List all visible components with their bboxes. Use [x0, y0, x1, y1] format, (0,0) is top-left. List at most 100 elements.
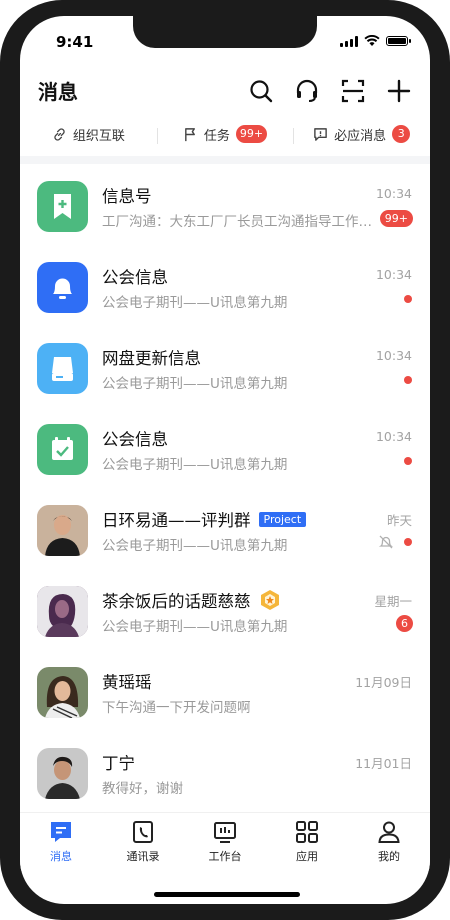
- bookmark-plus-icon: [54, 194, 71, 219]
- tab-messages[interactable]: 消息: [20, 813, 102, 871]
- conversation-preview: 教得好，谢谢: [102, 781, 183, 797]
- alert-message-icon: [314, 127, 327, 141]
- unread-dot: [404, 538, 412, 546]
- name-text: 公会信息: [102, 268, 168, 287]
- contacts-icon: [133, 821, 153, 843]
- name-text: 茶余饭后的话题慈慈: [102, 592, 251, 611]
- unread-badge: 99+: [379, 210, 413, 227]
- conversation-list: 信息号 工厂沟通：大东工厂厂长员工沟通指导工作… 10:34 99+ 公会信息 …: [20, 166, 430, 814]
- link-icon: [54, 127, 65, 141]
- search-icon[interactable]: [248, 78, 274, 104]
- conversation-name: 网盘更新信息: [102, 345, 201, 369]
- quick-label: 组织互联: [72, 128, 125, 144]
- conversation-preview: 工厂沟通：大东工厂厂长员工沟通指导工作…: [102, 214, 372, 230]
- person-photo: [37, 586, 88, 637]
- conversation-row[interactable]: 丁宁 教得好，谢谢 11月01日: [20, 733, 430, 814]
- flag-icon: [185, 127, 195, 141]
- mute-bell-icon: [378, 535, 394, 549]
- avatar: [37, 262, 88, 313]
- signal-icon: [340, 35, 358, 47]
- conversation-time: 10:34: [375, 186, 412, 201]
- scan-icon[interactable]: [340, 78, 366, 104]
- name-text: 日环易通——评判群: [102, 511, 251, 530]
- quick-bar: 组织互联 任务 99+ 必应消息 3: [20, 122, 430, 146]
- calendar-check-icon: [52, 437, 73, 460]
- conversation-row[interactable]: 茶余饭后的话题慈慈 公会电子期刊——U讯息第九期 星期一 6: [20, 571, 430, 652]
- conversation-row[interactable]: 公会信息 公会电子期刊——U讯息第九期 10:34: [20, 409, 430, 490]
- person-photo: [37, 505, 88, 556]
- wifi-icon: [364, 35, 380, 46]
- avatar: [37, 586, 88, 637]
- quick-label: 任务: [203, 128, 230, 144]
- avatar: [37, 424, 88, 475]
- separator: [20, 156, 430, 164]
- quick-urgent[interactable]: 必应消息 3: [293, 125, 430, 144]
- conversation-row[interactable]: 公会信息 公会电子期刊——U讯息第九期 10:34: [20, 247, 430, 328]
- tab-contacts[interactable]: 通讯录: [102, 813, 184, 871]
- avatar: [37, 505, 88, 556]
- conversation-name: 公会信息: [102, 426, 168, 450]
- tab-label: 消息: [50, 850, 72, 863]
- tab-profile[interactable]: 我的: [348, 813, 430, 871]
- unread-dot: [404, 457, 412, 465]
- status-time: 9:41: [56, 33, 94, 51]
- conversation-preview: 公会电子期刊——U讯息第九期: [102, 376, 288, 392]
- avatar: [37, 667, 88, 718]
- quick-label: 必应消息: [334, 128, 387, 144]
- conversation-name: 茶余饭后的话题慈慈: [102, 588, 281, 612]
- header: 消息: [20, 72, 430, 112]
- tab-label: 我的: [378, 850, 400, 863]
- conversation-row[interactable]: 日环易通——评判群 Project 公会电子期刊——U讯息第九期 昨天: [20, 490, 430, 571]
- apps-icon: [296, 821, 318, 843]
- conversation-row[interactable]: 黄瑶瑶 下午沟通一下开发问题啊 11月09日: [20, 652, 430, 733]
- name-text: 公会信息: [102, 430, 168, 449]
- avatar: [37, 343, 88, 394]
- conversation-name: 信息号: [102, 183, 152, 207]
- conversation-name: 日环易通——评判群 Project: [102, 507, 307, 531]
- person-photo: [37, 748, 88, 799]
- name-text: 信息号: [102, 187, 152, 206]
- conversation-time: 11月01日: [355, 756, 412, 771]
- quick-org-link[interactable]: 组织互联: [20, 125, 157, 144]
- drive-icon: [52, 357, 73, 381]
- task-badge: 99+: [235, 125, 268, 143]
- profile-icon: [378, 821, 400, 843]
- workbench-icon: [214, 822, 236, 843]
- message-icon: [51, 822, 71, 842]
- tab-bar: 消息 通讯录 工作台 应用 我的: [20, 812, 430, 871]
- tab-apps[interactable]: 应用: [266, 813, 348, 871]
- conversation-time: 11月09日: [355, 675, 412, 690]
- quick-tasks[interactable]: 任务 99+: [156, 125, 294, 144]
- headset-icon[interactable]: [294, 78, 320, 104]
- home-indicator[interactable]: [154, 892, 300, 897]
- bell-icon: [53, 278, 72, 299]
- page-title: 消息: [38, 80, 78, 104]
- battery-icon: [386, 36, 411, 46]
- unread-dot: [404, 295, 412, 303]
- project-tag: Project: [258, 511, 307, 527]
- unread-badge: 6: [396, 615, 413, 632]
- conversation-preview: 公会电子期刊——U讯息第九期: [102, 538, 288, 554]
- unread-dot: [404, 376, 412, 384]
- conversation-time: 10:34: [375, 348, 412, 363]
- add-icon[interactable]: [386, 78, 412, 104]
- tab-label: 应用: [296, 850, 318, 863]
- screen: 9:41 消息 组织互联 任务 99+ 必应消息 3 信息号 工厂沟通：大东工厂…: [20, 16, 430, 904]
- conversation-time: 10:34: [375, 267, 412, 282]
- conversation-preview: 公会电子期刊——U讯息第九期: [102, 457, 288, 473]
- urgent-badge: 3: [392, 125, 411, 143]
- conversation-time: 星期一: [374, 594, 412, 609]
- conversation-preview: 公会电子期刊——U讯息第九期: [102, 619, 288, 635]
- name-text: 丁宁: [102, 754, 135, 773]
- name-text: 黄瑶瑶: [102, 673, 152, 692]
- conversation-time: 10:34: [375, 429, 412, 444]
- notch: [133, 16, 317, 48]
- conversation-row[interactable]: 信息号 工厂沟通：大东工厂厂长员工沟通指导工作… 10:34 99+: [20, 166, 430, 247]
- conversation-time: 昨天: [386, 513, 412, 528]
- conversation-row[interactable]: 网盘更新信息 公会电子期刊——U讯息第九期 10:34: [20, 328, 430, 409]
- tab-label: 通讯录: [126, 850, 160, 863]
- person-photo: [37, 667, 88, 718]
- tab-workbench[interactable]: 工作台: [184, 813, 266, 871]
- conversation-name: 丁宁: [102, 750, 135, 774]
- conversation-preview: 公会电子期刊——U讯息第九期: [102, 295, 288, 311]
